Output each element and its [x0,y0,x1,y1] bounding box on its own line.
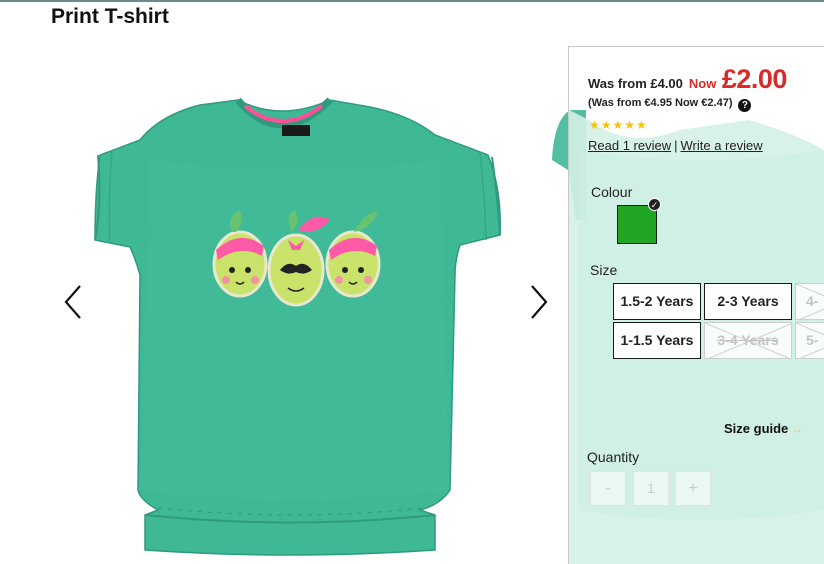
top-divider [0,0,824,2]
was-price: Was from £4.00 [588,76,683,91]
colour-label: Colour [591,184,633,200]
check-icon: ✓ [648,198,661,211]
size-option-4-years[interactable]: 4- [795,283,824,320]
size-option-1-1-5-years[interactable]: 1-1.5 Years [613,322,701,359]
product-image-gallery [40,60,570,564]
size-option-label: 3-4 Years [717,332,779,348]
gallery-next-button[interactable] [524,282,552,322]
write-review-link[interactable]: Write a review [681,138,763,153]
read-review-link[interactable]: Read 1 review [588,138,671,153]
help-icon[interactable]: ? [738,99,752,112]
euro-price: (Was from €4.95 Now €2.47)? [588,97,752,112]
quantity-increase-button[interactable]: + [675,471,711,506]
unavailable-cross-icon [796,323,824,358]
size-guide-link[interactable]: Size guide → [724,421,803,436]
chevron-left-icon [64,285,81,319]
price-row: Was from £4.00 Now £2.00 [588,64,787,95]
size-guide-label: Size guide [724,421,789,436]
size-option-2-3-years[interactable]: 2-3 Years [704,283,792,320]
size-option-1-5-2-years[interactable]: 1.5-2 Years [613,283,701,320]
review-separator: | [674,138,678,153]
unavailable-cross-icon [796,284,824,319]
size-label: Size [590,262,618,278]
euro-price-text: (Was from €4.95 Now €2.47) [588,97,733,109]
star-rating: ★★★★★ [589,118,648,132]
chevron-right-icon [531,285,548,319]
quantity-label: Quantity [587,449,640,465]
now-price: £2.00 [721,64,788,94]
review-links: Read 1 review | Write a review [588,138,763,153]
page-title: Print T-shirt [51,5,169,28]
size-option-3-4-years[interactable]: 3-4 Years [704,322,792,359]
arrow-right-icon: → [791,422,804,436]
product-image [94,97,501,556]
quantity-decrease-button[interactable]: - [590,471,626,506]
gallery-prev-button[interactable] [60,282,88,322]
quantity-input[interactable]: 1 [633,471,669,506]
size-option-5-years[interactable]: 5- [795,322,824,359]
now-label: Now [688,76,717,91]
colour-swatch-green[interactable] [617,205,657,244]
